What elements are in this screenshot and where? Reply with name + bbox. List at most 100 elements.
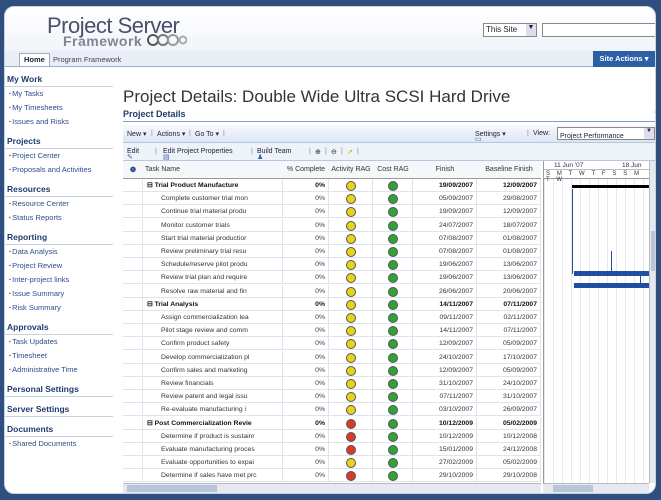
nav-link[interactable]: Project Center	[5, 149, 113, 163]
task-name-cell[interactable]: Resolve raw material and fin	[143, 284, 283, 298]
task-name-cell[interactable]: ⊟ Trial Analysis	[143, 297, 283, 311]
zoom-in-icon[interactable]: ⊕	[315, 148, 321, 156]
task-row[interactable]: Evaluate opportunities to expai 0% 27/02/2…	[123, 456, 541, 470]
scroll-thumb[interactable]	[127, 485, 217, 492]
task-name-cell[interactable]: Assign commercialization lea	[143, 311, 283, 324]
nav-link[interactable]: My Timesheets	[5, 101, 113, 115]
task-row[interactable]: Re-evaluate manufacturing i 0% 03/10/2007 2…	[123, 403, 541, 417]
tab-home[interactable]: Home	[19, 53, 50, 66]
task-row[interactable]: Determine if sales have met prc 0% 29/10/2…	[123, 469, 541, 483]
nav-link[interactable]: Issue Summary	[5, 287, 113, 301]
col-cost-rag[interactable]: Cost RAG	[373, 166, 413, 173]
zoom-out-icon[interactable]: ⊖	[331, 148, 337, 156]
task-row[interactable]: Continue trial material produ 0% 19/09/200…	[123, 205, 541, 219]
gantt-task-bar[interactable]	[574, 283, 649, 288]
summary-task-row[interactable]: ⊟ Trial Analysis 0% 14/11/2007 07/11/2007	[123, 297, 541, 311]
task-name-cell[interactable]: Monitor customer trials	[143, 218, 283, 232]
nav-link[interactable]: Timesheet	[5, 349, 113, 363]
nav-link[interactable]: Inter-project links	[5, 273, 113, 287]
task-row[interactable]: Review preliminary trial resu 0% 07/08/200…	[123, 245, 541, 258]
search-input[interactable]	[542, 23, 655, 37]
task-row[interactable]: Determine if product is sustainr 0% 10/12/…	[123, 429, 541, 443]
task-row[interactable]: Pilot stage review and comm 0% 14/11/2007 0…	[123, 324, 541, 338]
webpart-menu-icon[interactable]: ▼	[653, 111, 655, 117]
nav-heading[interactable]: Personal Settings	[5, 381, 113, 397]
scroll-thumb[interactable]	[651, 231, 655, 271]
col-baseline-finish[interactable]: Baseline Finish	[477, 166, 541, 173]
task-row[interactable]: Evaluate manufacturing proces 0% 15/01/200…	[123, 443, 541, 456]
task-name-cell[interactable]: ⊟ Post Commercialization Revie	[143, 416, 283, 430]
collapse-icon[interactable]: ⊟	[147, 182, 155, 189]
task-name-cell[interactable]: Evaluate manufacturing proces	[143, 443, 283, 456]
nav-link[interactable]: Issues and Risks	[5, 115, 113, 129]
search-scope-select[interactable]: This Site ▼	[483, 23, 537, 37]
task-row[interactable]: Confirm sales and marketing 0% 12/09/2007 0…	[123, 363, 541, 377]
summary-task-row[interactable]: ⊟ Trial Product Manufacture 0% 19/09/2007 1…	[123, 179, 541, 192]
task-name-cell[interactable]: Review patent and legal issu	[143, 390, 283, 404]
nav-heading[interactable]: Documents	[5, 421, 113, 437]
task-row[interactable]: Confirm product safety 0% 12/09/2007 05/09/…	[123, 337, 541, 351]
view-select[interactable]: Project Performance ▼	[557, 127, 655, 140]
nav-link[interactable]: Shared Documents	[5, 437, 113, 451]
task-name-cell[interactable]: Develop commercialization pl	[143, 350, 283, 364]
task-row[interactable]: Review trial plan and require 0% 19/06/200…	[123, 271, 541, 285]
gantt-link-line[interactable]	[611, 251, 612, 271]
task-name-cell[interactable]: ⊟ Trial Product Manufacture	[143, 179, 283, 192]
nav-link[interactable]: Status Reports	[5, 211, 113, 225]
task-row[interactable]: Review patent and legal issu 0% 07/11/2007…	[123, 390, 541, 404]
task-name-cell[interactable]: Review financials	[143, 377, 283, 390]
task-name-cell[interactable]: Determine if sales have met prc	[143, 469, 283, 483]
site-actions-button[interactable]: Site Actions ▾	[593, 51, 655, 67]
task-row[interactable]: Review financials 0% 31/10/2007 24/10/2007	[123, 377, 541, 390]
settings-menu[interactable]: ▭ Settings ▾	[475, 130, 506, 143]
vertical-scrollbar[interactable]	[649, 161, 655, 483]
nav-link[interactable]: Task Updates	[5, 335, 113, 349]
task-name-cell[interactable]: Start trial material productior	[143, 231, 283, 245]
scroll-to-task-icon[interactable]: ➚	[347, 148, 353, 156]
collapse-icon[interactable]: ⊟	[147, 301, 155, 308]
task-name-cell[interactable]: Review preliminary trial resu	[143, 245, 283, 258]
nav-heading[interactable]: Projects	[5, 133, 113, 149]
nav-heading[interactable]: Approvals	[5, 319, 113, 335]
tab-program-framework[interactable]: Program Framework	[53, 54, 121, 66]
task-row[interactable]: Monitor customer trials 0% 24/07/2007 18/07…	[123, 218, 541, 232]
task-row[interactable]: Resolve raw material and fin 0% 26/06/2007…	[123, 284, 541, 298]
task-name-cell[interactable]: Re-evaluate manufacturing i	[143, 403, 283, 417]
scroll-thumb[interactable]	[553, 485, 593, 492]
task-name-cell[interactable]: Schedule/reserve pilot produ	[143, 258, 283, 272]
gantt-summary-bar[interactable]	[572, 185, 649, 188]
task-name-cell[interactable]: Determine if product is sustainr	[143, 429, 283, 443]
edit-properties-button[interactable]: ▤ Edit Project Properties	[163, 148, 233, 161]
col-pct-complete[interactable]: % Complete	[283, 166, 329, 173]
nav-heading[interactable]: My Work	[5, 71, 113, 87]
col-activity-rag[interactable]: Activity RAG	[329, 166, 373, 173]
task-name-cell[interactable]: Complete customer trial mon	[143, 192, 283, 206]
col-task-name[interactable]: Task Name	[145, 166, 265, 173]
gantt-horizontal-scrollbar[interactable]	[543, 483, 649, 493]
task-name-cell[interactable]: Pilot stage review and comm	[143, 324, 283, 338]
edit-button[interactable]: ✎ Edit	[127, 148, 139, 161]
nav-link[interactable]: Project Review	[5, 259, 113, 273]
col-finish[interactable]: Finish	[413, 166, 477, 173]
nav-heading[interactable]: Resources	[5, 181, 113, 197]
task-row[interactable]: Start trial material productior 0% 07/08/2…	[123, 231, 541, 245]
gantt-link-line[interactable]	[640, 275, 641, 285]
task-name-cell[interactable]: Continue trial material produ	[143, 205, 283, 219]
goto-menu[interactable]: Go To ▾	[195, 130, 219, 138]
nav-heading[interactable]: Server Settings	[5, 401, 113, 417]
grid-horizontal-scrollbar[interactable]	[123, 483, 541, 493]
nav-link[interactable]: Risk Summary	[5, 301, 113, 315]
gantt-task-bar[interactable]	[574, 271, 649, 276]
task-name-cell[interactable]: Confirm sales and marketing	[143, 363, 283, 377]
gantt-link-line[interactable]	[572, 189, 573, 274]
task-name-cell[interactable]: Evaluate opportunities to expai	[143, 456, 283, 470]
nav-heading[interactable]: Reporting	[5, 229, 113, 245]
actions-menu[interactable]: Actions ▾	[157, 130, 185, 138]
new-menu[interactable]: New ▾	[127, 130, 146, 138]
nav-link[interactable]: Resource Center	[5, 197, 113, 211]
task-row[interactable]: Complete customer trial mon 0% 05/09/2007 2…	[123, 192, 541, 206]
task-name-cell[interactable]: Confirm product safety	[143, 337, 283, 351]
nav-link[interactable]: Administrative Time	[5, 363, 113, 377]
summary-task-row[interactable]: ⊟ Post Commercialization Revie 0% 10/12/20…	[123, 416, 541, 430]
task-row[interactable]: Schedule/reserve pilot produ 0% 19/06/2007…	[123, 258, 541, 272]
